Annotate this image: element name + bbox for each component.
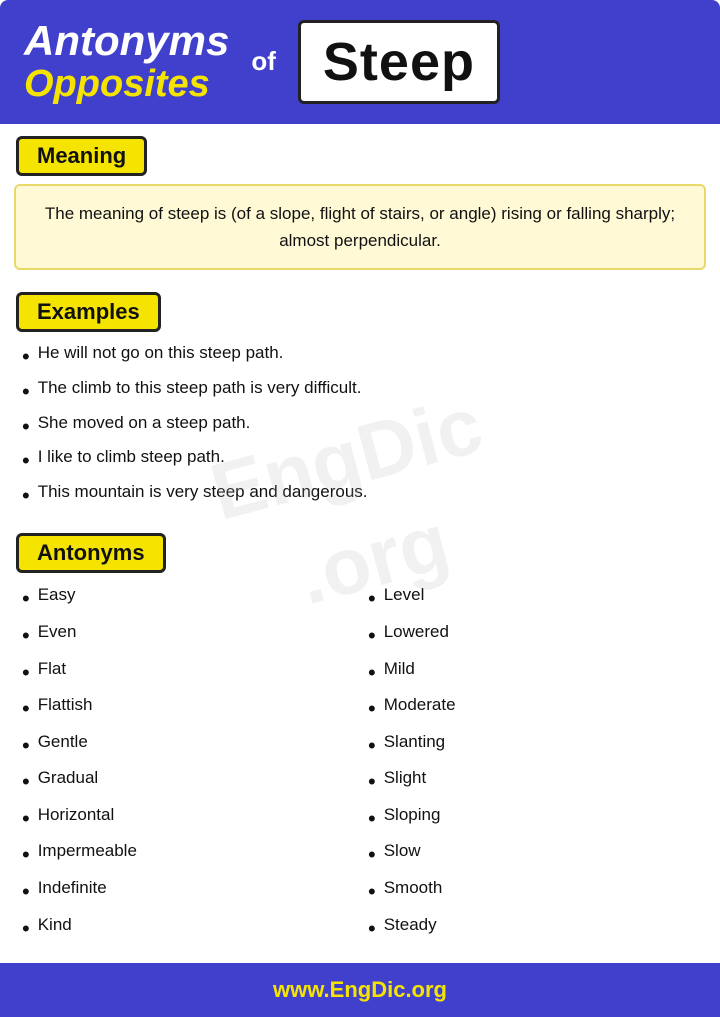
list-item: Lowered	[360, 618, 706, 655]
list-item: Slow	[360, 837, 706, 874]
list-item: Gradual	[14, 764, 360, 801]
list-item: Impermeable	[14, 837, 360, 874]
list-item: Even	[14, 618, 360, 655]
antonyms-col2: LevelLoweredMildModerateSlantingSlightSl…	[360, 581, 706, 947]
list-item: Slanting	[360, 728, 706, 765]
list-item: Easy	[14, 581, 360, 618]
list-item: He will not go on this steep path.	[14, 340, 706, 375]
of-label: of	[251, 46, 276, 77]
list-item: She moved on a steep path.	[14, 410, 706, 445]
opposites-title: Opposites	[24, 64, 229, 106]
list-item: Steady	[360, 911, 706, 948]
steep-label: Steep	[323, 31, 475, 93]
list-item: Slight	[360, 764, 706, 801]
list-item: Mild	[360, 655, 706, 692]
list-item: This mountain is very steep and dangerou…	[14, 479, 706, 514]
examples-section: Examples He will not go on this steep pa…	[0, 280, 720, 513]
footer-suffix: .org	[405, 977, 447, 1002]
list-item: Smooth	[360, 874, 706, 911]
list-item: Kind	[14, 911, 360, 948]
list-item: Indefinite	[14, 874, 360, 911]
examples-label: Examples	[16, 292, 161, 332]
header: Antonyms Opposites of Steep	[0, 0, 720, 124]
antonyms-col1: EasyEvenFlatFlattishGentleGradualHorizon…	[14, 581, 360, 947]
list-item: Sloping	[360, 801, 706, 838]
meaning-text: The meaning of steep is (of a slope, fli…	[14, 184, 706, 270]
antonyms-section: Antonyms EasyEvenFlatFlattishGentleGradu…	[0, 521, 720, 947]
list-item: I like to climb steep path.	[14, 444, 706, 479]
meaning-label: Meaning	[16, 136, 147, 176]
antonyms-columns: EasyEvenFlatFlattishGentleGradualHorizon…	[14, 581, 706, 947]
antonyms-label: Antonyms	[16, 533, 166, 573]
list-item: Flat	[14, 655, 360, 692]
antonyms-title: Antonyms	[24, 18, 229, 64]
list-item: Horizontal	[14, 801, 360, 838]
meaning-section: Meaning The meaning of steep is (of a sl…	[0, 124, 720, 270]
footer-brand: EngDic	[330, 977, 406, 1002]
examples-list: He will not go on this steep path.The cl…	[14, 340, 706, 513]
list-item: The climb to this steep path is very dif…	[14, 375, 706, 410]
list-item: Gentle	[14, 728, 360, 765]
page-container: EngDic.org Antonyms Opposites of Steep M…	[0, 0, 720, 1017]
header-left: Antonyms Opposites	[24, 18, 229, 106]
footer: www.EngDic.org	[0, 963, 720, 1017]
footer-prefix: www.	[273, 977, 330, 1002]
list-item: Moderate	[360, 691, 706, 728]
list-item: Level	[360, 581, 706, 618]
list-item: Flattish	[14, 691, 360, 728]
footer-text: www.EngDic.org	[0, 977, 720, 1003]
steep-box: Steep	[298, 20, 500, 104]
